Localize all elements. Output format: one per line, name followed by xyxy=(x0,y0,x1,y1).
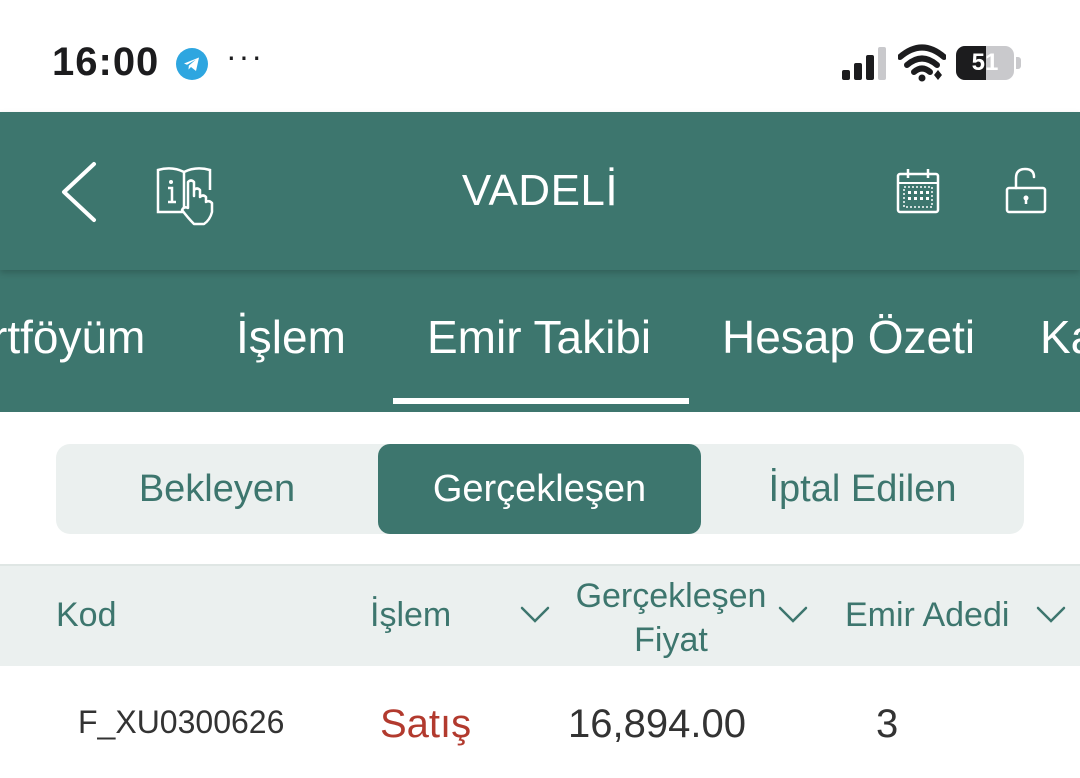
battery-level: 51 xyxy=(971,49,999,76)
segment-gerceklesen[interactable]: Gerçekleşen xyxy=(378,444,701,534)
cell-kod: F_XU0300626 xyxy=(78,704,285,740)
active-tab-indicator xyxy=(393,398,689,404)
cell-emir-adedi: 3 xyxy=(876,702,899,746)
more-notifications-icon: ··· xyxy=(226,38,264,74)
status-time: 16:00 xyxy=(52,40,160,84)
order-status-segmented-control: Bekleyen Gerçekleşen İptal Edilen xyxy=(56,444,1024,534)
guide-book-icon[interactable] xyxy=(154,164,218,226)
cellular-signal-icon xyxy=(842,47,886,80)
chevron-down-icon[interactable] xyxy=(778,606,808,624)
tab-islem[interactable]: İşlem xyxy=(236,310,346,364)
tab-portfoyum[interactable]: rtföyüm xyxy=(0,310,145,364)
wifi-icon xyxy=(898,44,946,82)
table-row[interactable]: F_XU0300626 Satış 16,894.00 3 xyxy=(0,666,1080,778)
tab-emir-takibi[interactable]: Emir Takibi xyxy=(427,310,651,364)
segment-iptal-edilen[interactable]: İptal Edilen xyxy=(701,444,1024,534)
column-header-emir-adedi[interactable]: Emir Adedi xyxy=(845,596,1009,635)
app-header: VADELİ xyxy=(0,112,1080,270)
status-bar: 16:00 ··· 51 xyxy=(0,0,1080,112)
battery-icon: 51 xyxy=(956,46,1022,80)
column-header-kod: Kod xyxy=(56,596,117,634)
cell-islem: Satış xyxy=(380,702,472,746)
unlock-icon[interactable] xyxy=(1004,166,1048,214)
cell-gerceklesen-fiyat: 16,894.00 xyxy=(568,702,746,746)
page-title: VADELİ xyxy=(461,166,619,215)
chevron-down-icon[interactable] xyxy=(1036,606,1066,624)
column-header-islem[interactable]: İşlem xyxy=(370,596,451,635)
telegram-icon xyxy=(176,48,208,80)
segment-bekleyen[interactable]: Bekleyen xyxy=(56,444,378,534)
back-icon[interactable] xyxy=(56,160,102,224)
calendar-icon[interactable] xyxy=(896,168,940,214)
column-header-gerceklesen-fiyat[interactable]: Gerçekleşen Fiyat xyxy=(566,574,776,662)
table-header: Kod İşlem Gerçekleşen Fiyat Emir Adedi xyxy=(0,564,1080,668)
tab-partial[interactable]: Ka xyxy=(1040,310,1080,364)
main-tab-bar: rtföyüm İşlem Emir Takibi Hesap Özeti Ka xyxy=(0,270,1080,412)
chevron-down-icon[interactable] xyxy=(520,606,550,624)
tab-hesap-ozeti[interactable]: Hesap Özeti xyxy=(722,310,975,364)
